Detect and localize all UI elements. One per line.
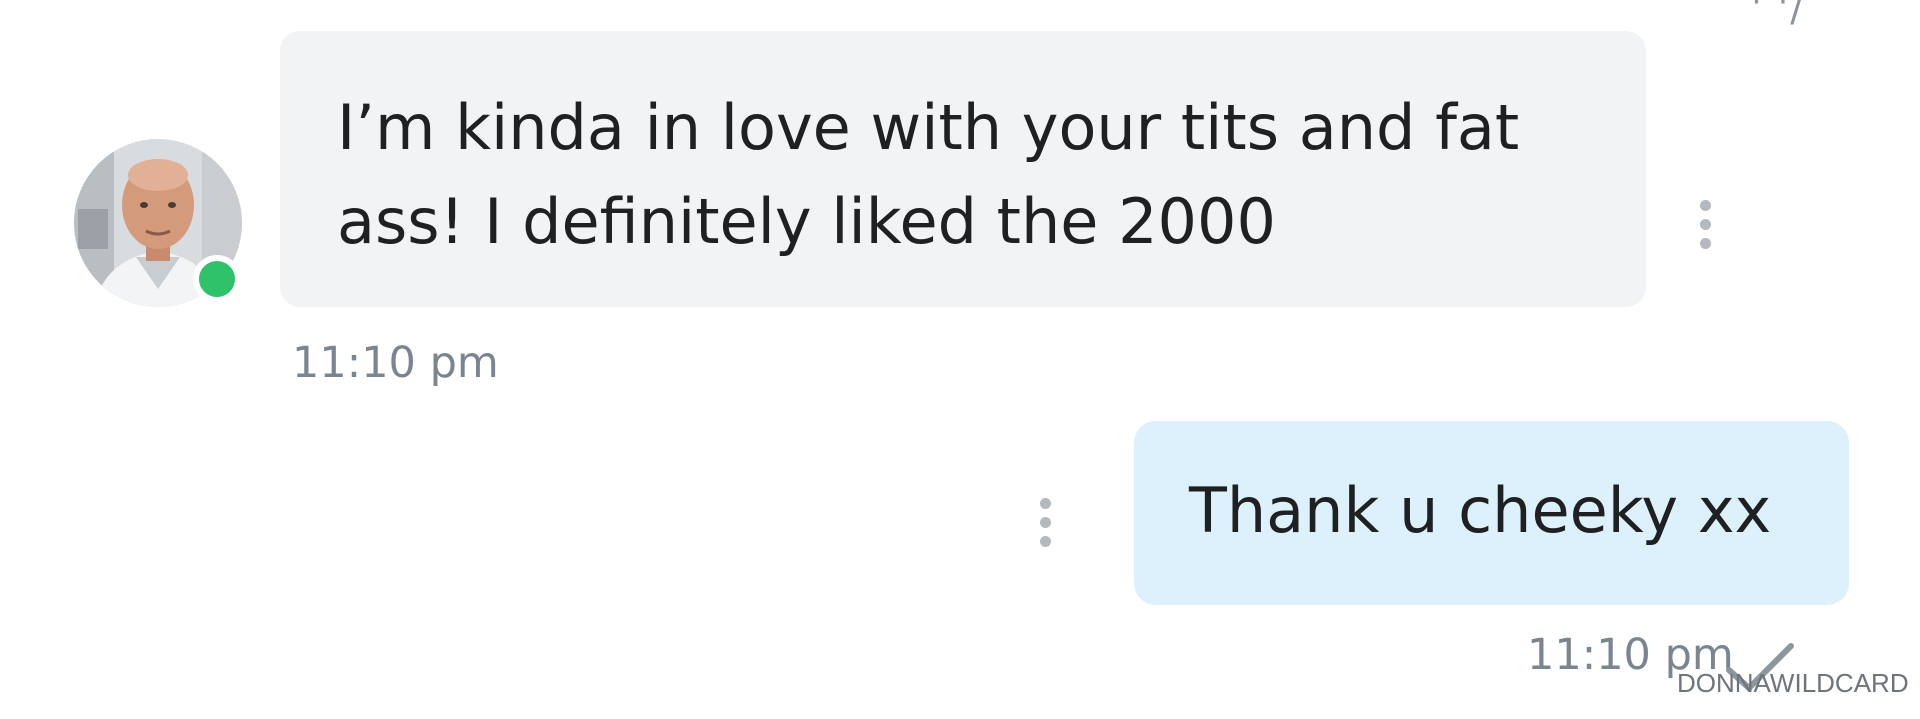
chat-screen: ' '/ I’m kinda in love with your tits an… [0, 0, 1920, 719]
incoming-message-text: I’m kinda in love with your tits and fat… [337, 91, 1520, 258]
online-status-indicator [193, 255, 241, 303]
clipped-header-fragment: ' '/ [1751, 0, 1805, 30]
incoming-message-timestamp: 11:10 pm [292, 338, 499, 388]
menu-dot [1039, 536, 1051, 547]
watermark: DONNAWILDCARD [1677, 668, 1909, 698]
menu-dot [1039, 498, 1051, 509]
menu-dot [1699, 238, 1711, 249]
outgoing-message-text: Thank u cheeky xx [1189, 474, 1772, 547]
more-vertical-icon[interactable] [1038, 498, 1052, 547]
outgoing-message-bubble[interactable]: Thank u cheeky xx [1134, 421, 1849, 605]
menu-dot [1699, 219, 1711, 230]
menu-dot [1699, 200, 1711, 211]
incoming-message-bubble[interactable]: I’m kinda in love with your tits and fat… [280, 31, 1646, 307]
more-vertical-icon[interactable] [1698, 200, 1712, 249]
menu-dot [1039, 517, 1051, 528]
